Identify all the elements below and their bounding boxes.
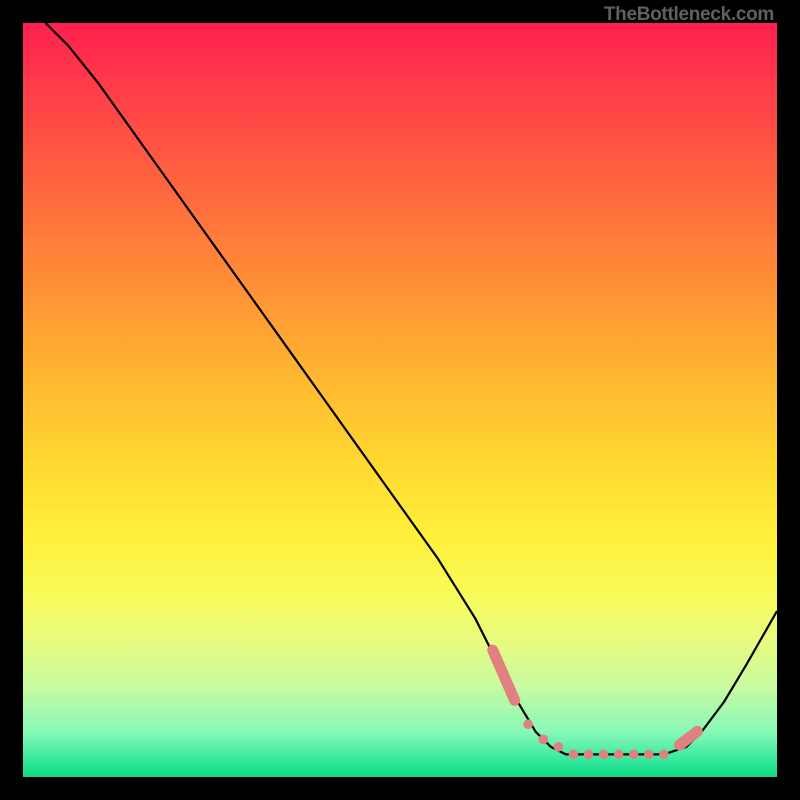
marker-pill [672, 724, 705, 753]
plot-area [23, 23, 777, 777]
marker-pill [485, 643, 521, 708]
marker-dot [644, 750, 654, 760]
marker-dot [584, 750, 594, 760]
bottleneck-curve [46, 23, 777, 754]
chart-frame: TheBottleneck.com [0, 0, 800, 800]
marker-dot [614, 750, 624, 760]
credit-label: TheBottleneck.com [604, 4, 774, 26]
marker-layer [485, 643, 705, 759]
curve-layer [46, 23, 777, 754]
marker-dot [538, 735, 548, 745]
marker-dot [659, 750, 669, 760]
marker-dot [569, 750, 579, 760]
marker-dot [629, 750, 639, 760]
marker-dot [523, 719, 533, 729]
marker-dot [554, 742, 564, 752]
marker-dot [599, 750, 609, 760]
chart-svg [23, 23, 777, 777]
